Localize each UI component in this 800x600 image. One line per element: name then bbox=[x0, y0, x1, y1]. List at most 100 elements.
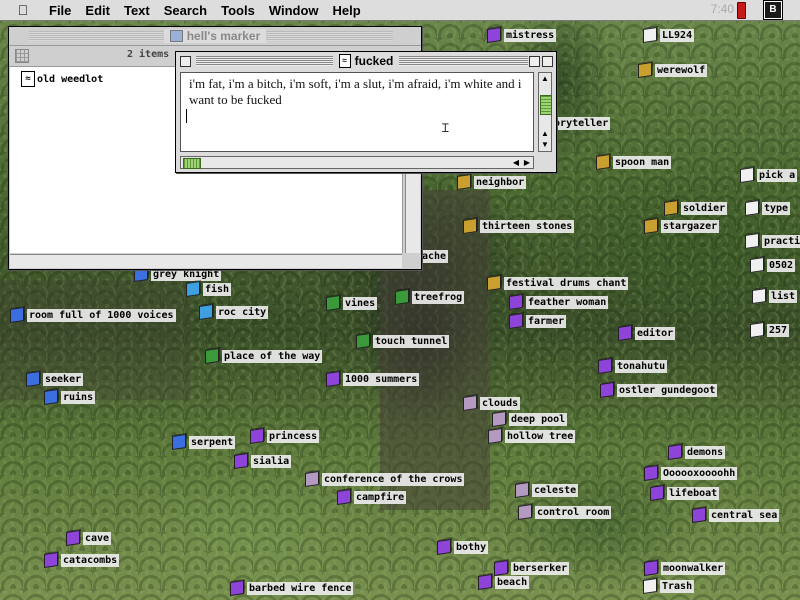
desktop-icon[interactable]: princess bbox=[250, 428, 320, 444]
desktop-icon[interactable]: demons bbox=[668, 444, 726, 460]
editor-titlebar[interactable]: ≈ fucked bbox=[176, 52, 556, 70]
view-options-icon[interactable] bbox=[15, 49, 29, 63]
folder-icon bbox=[596, 154, 610, 170]
editor-horizontal-scrollbar[interactable]: ◀ ▶ bbox=[180, 156, 534, 169]
desktop-icon[interactable]: Trash bbox=[643, 578, 695, 594]
scroll-up-arrow-icon[interactable]: ▲ bbox=[540, 74, 550, 84]
desktop-icon-label: thirteen stones bbox=[480, 219, 575, 233]
desktop-icon[interactable]: ostler gundegoot bbox=[600, 382, 718, 398]
menu-edit[interactable]: Edit bbox=[78, 3, 117, 18]
folder-icon bbox=[356, 333, 370, 349]
desktop-icon[interactable]: beach bbox=[478, 574, 530, 590]
desktop-icon[interactable]: feather woman bbox=[509, 294, 609, 310]
desktop-icon-label: princess bbox=[267, 429, 320, 443]
desktop-icon[interactable]: catacombs bbox=[44, 552, 120, 568]
desktop-icon[interactable]: bothy bbox=[437, 539, 489, 555]
apple-menu-icon[interactable]:  bbox=[12, 2, 34, 18]
menu-window[interactable]: Window bbox=[262, 3, 326, 18]
desktop-icon[interactable]: soldier bbox=[664, 200, 728, 216]
desktop-icon[interactable]: seeker bbox=[26, 371, 84, 387]
desktop-icon[interactable]: werewolf bbox=[638, 62, 708, 78]
folder-icon bbox=[494, 560, 508, 576]
menu-text[interactable]: Text bbox=[117, 3, 157, 18]
desktop-icon-label: ostler gundegoot bbox=[617, 383, 718, 397]
desktop-icon[interactable]: spoon man bbox=[596, 154, 672, 170]
document-icon bbox=[740, 167, 754, 183]
desktop-icon[interactable]: practi bbox=[745, 233, 800, 249]
desktop-icon[interactable]: Oooooxoooohh bbox=[644, 465, 738, 481]
desktop-icon[interactable]: ache bbox=[420, 250, 449, 263]
desktop-icon[interactable]: fish bbox=[186, 281, 232, 297]
zoom-box-icon[interactable] bbox=[529, 56, 540, 67]
desktop-icon[interactable]: barbed wire fence bbox=[230, 580, 354, 596]
collapse-box-icon[interactable] bbox=[542, 56, 553, 67]
desktop-icon[interactable]: place of the way bbox=[205, 348, 323, 364]
desktop-icon[interactable]: neighbor bbox=[457, 174, 527, 190]
desktop-icon-label: treefrog bbox=[412, 290, 465, 304]
desktop-icon[interactable]: campfire bbox=[337, 489, 407, 505]
folder-icon bbox=[518, 504, 532, 520]
desktop-icon-label: spoon man bbox=[613, 155, 672, 169]
desktop-icon[interactable]: LL924 bbox=[643, 27, 695, 43]
desktop-icon[interactable]: clouds bbox=[463, 395, 521, 411]
desktop-icon[interactable]: celeste bbox=[515, 482, 579, 498]
battery-icon[interactable] bbox=[737, 2, 746, 19]
menu-help[interactable]: Help bbox=[326, 3, 368, 18]
horizontal-scroll-thumb[interactable] bbox=[183, 158, 201, 169]
menu-tools[interactable]: Tools bbox=[214, 3, 262, 18]
desktop-icon[interactable]: pick a bbox=[740, 167, 798, 183]
desktop-icon[interactable]: treefrog bbox=[395, 289, 465, 305]
close-box-icon[interactable] bbox=[180, 56, 191, 67]
desktop-icon[interactable]: conference of the crows bbox=[305, 471, 465, 487]
desktop-icon[interactable]: sialia bbox=[234, 453, 292, 469]
scroll-up-arrow-icon[interactable]: ▲ bbox=[540, 129, 550, 139]
scroll-right-arrow-icon[interactable]: ▶ bbox=[522, 158, 532, 168]
desktop-icon[interactable]: control room bbox=[518, 504, 612, 520]
desktop-icon[interactable]: editor bbox=[618, 325, 676, 341]
desktop-icon[interactable]: mistress bbox=[487, 27, 557, 43]
desktop-icon-label: beach bbox=[495, 575, 530, 589]
desktop-icon[interactable]: lifeboat bbox=[650, 485, 720, 501]
desktop-icon[interactable]: serpent bbox=[172, 434, 236, 450]
text-editor-area[interactable]: i'm fat, i'm a bitch, i'm soft, i'm a sl… bbox=[180, 72, 534, 152]
folder-icon bbox=[437, 539, 451, 555]
desktop-icon[interactable]: moonwalker bbox=[644, 560, 726, 576]
document-icon bbox=[643, 27, 657, 43]
desktop-icon[interactable]: list bbox=[752, 288, 798, 304]
desktop-icon[interactable]: stargazer bbox=[644, 218, 720, 234]
desktop-icon[interactable]: festival drums chant bbox=[487, 275, 629, 291]
desktop-icon[interactable]: 0502 bbox=[750, 257, 796, 273]
editor-vertical-scrollbar[interactable]: ▲ ▲ ▼ bbox=[538, 72, 552, 152]
folder-icon bbox=[515, 482, 529, 498]
desktop-icon[interactable]: farmer bbox=[509, 313, 567, 329]
desktop-icon[interactable]: hollow tree bbox=[488, 428, 576, 444]
menu-file[interactable]: File bbox=[42, 3, 78, 18]
desktop-icon[interactable]: berserker bbox=[494, 560, 570, 576]
desktop-icon[interactable]: cave bbox=[66, 530, 112, 546]
desktop-icon[interactable]: type bbox=[745, 200, 791, 216]
scroll-down-arrow-icon[interactable]: ▼ bbox=[540, 140, 550, 150]
finder-horizontal-scrollbar[interactable] bbox=[10, 254, 402, 268]
scroll-thumb[interactable] bbox=[540, 95, 552, 115]
desktop-icon[interactable]: 1000 summers bbox=[326, 371, 420, 387]
desktop-icon[interactable]: room full of 1000 voices bbox=[10, 307, 176, 323]
desktop-icon[interactable]: tonahutu bbox=[598, 358, 668, 374]
folder-icon bbox=[644, 560, 658, 576]
desktop-icon[interactable]: touch tunnel bbox=[356, 333, 450, 349]
application-switcher-icon[interactable]: B bbox=[763, 0, 783, 20]
desktop-icon[interactable]: 257 bbox=[750, 322, 790, 338]
document-icon bbox=[752, 288, 766, 304]
menu-search[interactable]: Search bbox=[157, 3, 214, 18]
desktop-icon-label: roc city bbox=[216, 305, 269, 319]
folder-icon bbox=[395, 289, 409, 305]
desktop-icon[interactable]: vines bbox=[326, 295, 378, 311]
desktop-icon[interactable]: thirteen stones bbox=[463, 218, 575, 234]
finder-titlebar[interactable]: hell's marker bbox=[9, 27, 421, 45]
list-item[interactable]: ≈ old weedlot bbox=[21, 71, 103, 87]
scroll-left-arrow-icon[interactable]: ◀ bbox=[511, 158, 521, 168]
desktop-icon[interactable]: ruins bbox=[44, 389, 96, 405]
desktop-icon[interactable]: central sea bbox=[692, 507, 780, 523]
desktop-icon[interactable]: roc city bbox=[199, 304, 269, 320]
desktop-icon[interactable]: deep pool bbox=[492, 411, 568, 427]
menubar-clock[interactable]: 7:40 bbox=[711, 2, 734, 16]
